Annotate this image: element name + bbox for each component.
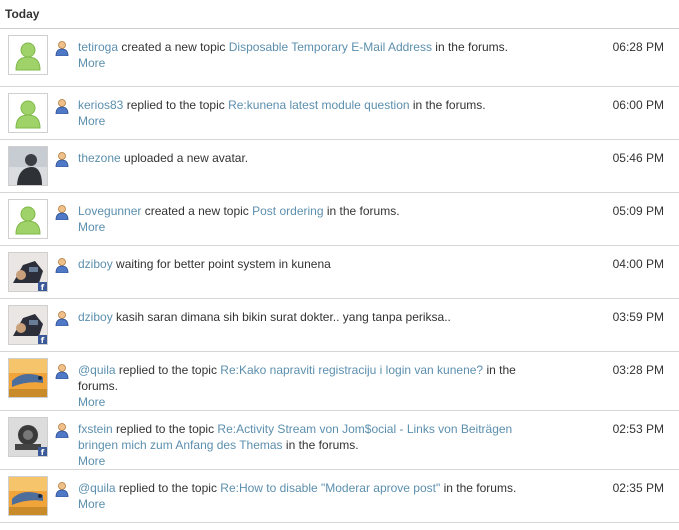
timestamp: 04:00 PM (612, 257, 664, 271)
activity-action: replied to the topic (115, 481, 221, 495)
activity-action: replied to the topic (112, 422, 218, 436)
topic-link[interactable]: Post ordering (252, 204, 323, 218)
more-link[interactable]: More (78, 453, 538, 469)
user-link[interactable]: fxstein (78, 422, 113, 436)
user-link[interactable]: @quila (78, 481, 116, 495)
user-link[interactable]: tetiroga (78, 40, 118, 54)
user-icon (54, 363, 70, 380)
activity-suffix: in the forums. (323, 204, 400, 218)
user-icon (54, 98, 70, 115)
user-link[interactable]: dziboy (78, 310, 113, 324)
user-link[interactable]: thezone (78, 151, 121, 165)
activity-row: tetiroga created a new topic Disposable … (0, 29, 679, 87)
svg-text:f: f (41, 448, 45, 456)
timestamp: 02:53 PM (612, 422, 664, 436)
topic-link[interactable]: Re:kunena latest module question (228, 98, 409, 112)
activity-row: @quila replied to the topic Re:Kako napr… (0, 352, 679, 411)
avatar[interactable]: f (8, 252, 48, 292)
activity-action: waiting for better point system in kunen… (112, 257, 331, 271)
user-icon (54, 151, 70, 168)
activity-suffix: in the forums. (282, 438, 359, 452)
activity-text: Lovegunner created a new topic Post orde… (78, 203, 538, 235)
activity-row: f dziboy kasih saran dimana sih bikin sur… (0, 299, 679, 352)
activity-suffix: in the forums. (440, 481, 517, 495)
timestamp: 05:46 PM (612, 151, 664, 165)
timestamp: 06:28 PM (612, 40, 664, 54)
activity-text: @quila replied to the topic Re:How to di… (78, 480, 538, 512)
activity-text: dziboy kasih saran dimana sih bikin sura… (78, 309, 538, 325)
timestamp: 05:09 PM (612, 204, 664, 218)
timestamp: 03:59 PM (612, 310, 664, 324)
topic-link[interactable]: Disposable Temporary E-Mail Address (229, 40, 432, 54)
avatar[interactable]: f (8, 417, 48, 457)
user-icon (54, 204, 70, 221)
activity-row: @quila replied to the topic Re:How to di… (0, 470, 679, 523)
user-icon (54, 422, 70, 439)
activity-text: @quila replied to the topic Re:Kako napr… (78, 362, 538, 410)
user-link[interactable]: kerios83 (78, 98, 123, 112)
activity-action: created a new topic (118, 40, 229, 54)
activity-text: dziboy waiting for better point system i… (78, 256, 538, 272)
topic-link[interactable]: Re:How to disable "Moderar aprove post" (220, 481, 440, 495)
activity-row: kerios83 replied to the topic Re:kunena … (0, 87, 679, 140)
activity-action: kasih saran dimana sih bikin surat dokte… (112, 310, 451, 324)
activity-action: replied to the topic (115, 363, 221, 377)
user-icon (54, 257, 70, 274)
activity-action: created a new topic (141, 204, 253, 218)
activity-text: fxstein replied to the topic Re:Activity… (78, 421, 538, 469)
svg-text:f: f (41, 283, 45, 291)
activity-suffix: in the forums. (409, 98, 486, 112)
avatar[interactable] (8, 476, 48, 516)
user-icon (54, 40, 70, 57)
timestamp: 06:00 PM (612, 98, 664, 112)
more-link[interactable]: More (78, 219, 538, 235)
avatar[interactable] (8, 199, 48, 239)
activity-stream: Today tetiroga created a new topic Dispo… (0, 0, 679, 530)
user-icon (54, 310, 70, 327)
activity-suffix: in the forums. (431, 40, 508, 54)
avatar[interactable] (8, 35, 48, 75)
user-link[interactable]: Lovegunner (78, 204, 141, 218)
activity-row: f dziboy waiting for better point system … (0, 246, 679, 299)
svg-text:f: f (41, 336, 45, 344)
user-icon (54, 481, 70, 498)
activity-row: Lovegunner created a new topic Post orde… (0, 193, 679, 246)
more-link[interactable]: More (78, 496, 538, 512)
more-link[interactable]: More (78, 394, 538, 410)
avatar[interactable] (8, 146, 48, 186)
activity-text: kerios83 replied to the topic Re:kunena … (78, 97, 538, 129)
avatar[interactable]: f (8, 305, 48, 345)
day-header: Today (0, 0, 679, 29)
activity-row: thezone uploaded a new avatar. 05:46 PM (0, 140, 679, 193)
avatar[interactable] (8, 358, 48, 398)
activity-text: thezone uploaded a new avatar. (78, 150, 538, 166)
activity-row: f fxstein replied to the topic Re:Activit… (0, 411, 679, 470)
timestamp: 02:35 PM (612, 481, 664, 495)
user-link[interactable]: @quila (78, 363, 116, 377)
activity-action: uploaded a new avatar. (120, 151, 249, 165)
activity-text: tetiroga created a new topic Disposable … (78, 39, 538, 71)
activity-action: replied to the topic (123, 98, 229, 112)
more-link[interactable]: More (78, 55, 538, 71)
more-link[interactable]: More (78, 113, 538, 129)
topic-link[interactable]: Re:Kako napraviti registraciju i login v… (220, 363, 483, 377)
avatar[interactable] (8, 93, 48, 133)
timestamp: 03:28 PM (612, 363, 664, 377)
user-link[interactable]: dziboy (78, 257, 113, 271)
